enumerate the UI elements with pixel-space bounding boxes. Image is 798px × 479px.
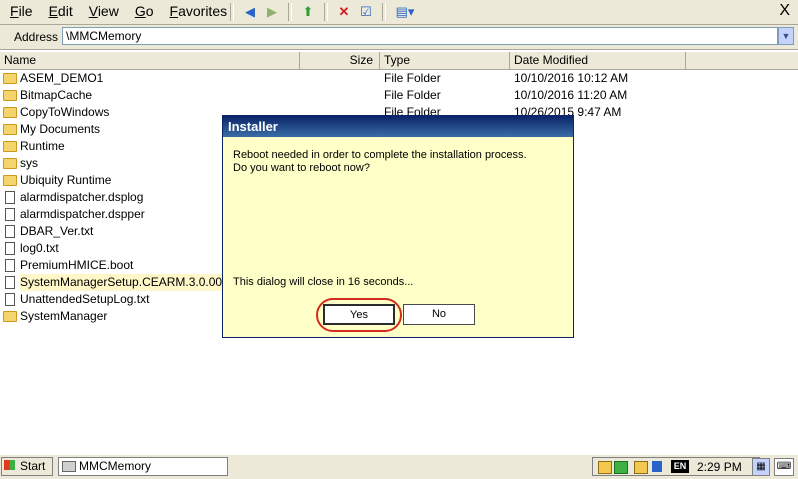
toolbar-separator: [324, 3, 328, 21]
toolbar-separator: [288, 3, 292, 21]
file-row[interactable]: ASEM_DEMO1 File Folder 10/10/2016 10:12 AM: [0, 70, 798, 87]
address-dropdown-icon[interactable]: ▼: [778, 27, 794, 45]
file-icon: [5, 191, 15, 204]
address-input[interactable]: \MMCMemory: [62, 27, 778, 45]
dialog-title: Installer: [223, 116, 573, 137]
list-header: Name Size Type Date Modified: [0, 52, 798, 70]
folder-icon: [3, 141, 17, 152]
menu-file[interactable]: File: [2, 0, 41, 22]
explorer-icon: [62, 461, 76, 472]
system-tray: EN 2:29 PM: [592, 457, 760, 476]
file-date: 10/10/2016 10:12 AM: [514, 71, 629, 85]
folder-icon: [3, 311, 17, 322]
column-date[interactable]: Date Modified: [510, 52, 686, 69]
address-bar: Address \MMCMemory ▼: [0, 25, 798, 50]
dialog-question: Do you want to reboot now?: [233, 162, 370, 174]
file-row[interactable]: BitmapCache File Folder 10/10/2016 11:20 A…: [0, 87, 798, 104]
file-name: CopyToWindows: [20, 105, 110, 119]
highlight-circle: [316, 298, 402, 332]
folder-icon: [3, 107, 17, 118]
keyboard-icon[interactable]: ⌨: [774, 458, 794, 476]
file-icon: [5, 293, 15, 306]
file-name: My Documents: [20, 122, 101, 136]
column-size[interactable]: Size: [300, 52, 380, 69]
menu-view[interactable]: View: [81, 0, 127, 22]
usb-icon[interactable]: [634, 461, 648, 474]
column-type[interactable]: Type: [380, 52, 510, 69]
network-icon[interactable]: [598, 461, 612, 474]
menu-favorites[interactable]: Favorites: [162, 0, 236, 22]
no-button[interactable]: No: [403, 304, 475, 325]
folder-icon: [3, 124, 17, 135]
menu-go[interactable]: Go: [127, 0, 162, 22]
file-name: sys: [20, 156, 38, 170]
dialog-countdown: This dialog will close in 16 seconds...: [233, 276, 414, 288]
menu-bar: File Edit View Go Favorites ◀ ▶ ⬆ ✕ ☑ ▤▾…: [0, 0, 798, 25]
file-name: PremiumHMICE.boot: [20, 258, 134, 272]
forward-icon[interactable]: ▶: [262, 2, 282, 22]
properties-icon[interactable]: ☑: [356, 2, 376, 22]
file-icon: [5, 259, 15, 272]
file-icon: [5, 225, 15, 238]
file-name: ASEM_DEMO1: [20, 71, 104, 85]
taskbar: Start MMCMemory EN 2:29 PM ▦ ⌨: [0, 454, 798, 479]
folder-icon: [3, 175, 17, 186]
column-name[interactable]: Name: [0, 52, 300, 69]
file-name: Runtime: [20, 139, 65, 153]
up-folder-icon[interactable]: ⬆: [298, 2, 318, 22]
clock: 2:29 PM: [697, 460, 742, 474]
close-window-button[interactable]: X: [779, 0, 790, 22]
file-icon: [5, 208, 15, 221]
file-name: alarmdispatcher.dspper: [20, 207, 145, 221]
menu-list: File Edit View Go Favorites: [2, 0, 235, 22]
menu-edit[interactable]: Edit: [41, 0, 81, 22]
connection-icon[interactable]: [614, 461, 628, 474]
address-label: Address: [14, 30, 59, 44]
file-date: 10/10/2016 11:20 AM: [514, 88, 628, 102]
file-icon: [5, 276, 15, 289]
file-name: DBAR_Ver.txt: [20, 224, 94, 238]
toolbar: ◀ ▶ ⬆ ✕ ☑ ▤▾: [226, 1, 418, 23]
file-name: BitmapCache: [20, 88, 93, 102]
file-name: Ubiquity Runtime: [20, 173, 112, 187]
back-icon[interactable]: ◀: [240, 2, 260, 22]
folder-icon: [3, 158, 17, 169]
toolbar-separator: [382, 3, 386, 21]
toolbar-separator: [230, 3, 234, 21]
dialog-message: Reboot needed in order to complete the i…: [233, 149, 527, 161]
folder-icon: [3, 90, 17, 101]
file-type: File Folder: [384, 88, 441, 102]
file-name: SystemManagerSetup.CEARM.3.0.005: [20, 274, 229, 291]
delete-icon[interactable]: ✕: [334, 2, 354, 22]
views-icon[interactable]: ▤▾: [392, 2, 418, 22]
taskbar-item-mmcmemory[interactable]: MMCMemory: [58, 457, 228, 476]
sync-arrow-icon[interactable]: [652, 461, 662, 472]
file-icon: [5, 242, 15, 255]
file-name: log0.txt: [20, 241, 59, 255]
language-indicator[interactable]: EN: [671, 460, 689, 473]
folder-icon: [3, 73, 17, 84]
file-name: UnattendedSetupLog.txt: [20, 292, 150, 306]
file-name: SystemManager: [20, 309, 108, 323]
file-type: File Folder: [384, 71, 441, 85]
windows-flag-icon: [4, 460, 15, 470]
desktop-icon[interactable]: ▦: [752, 458, 770, 476]
file-name: alarmdispatcher.dsplog: [20, 190, 144, 204]
